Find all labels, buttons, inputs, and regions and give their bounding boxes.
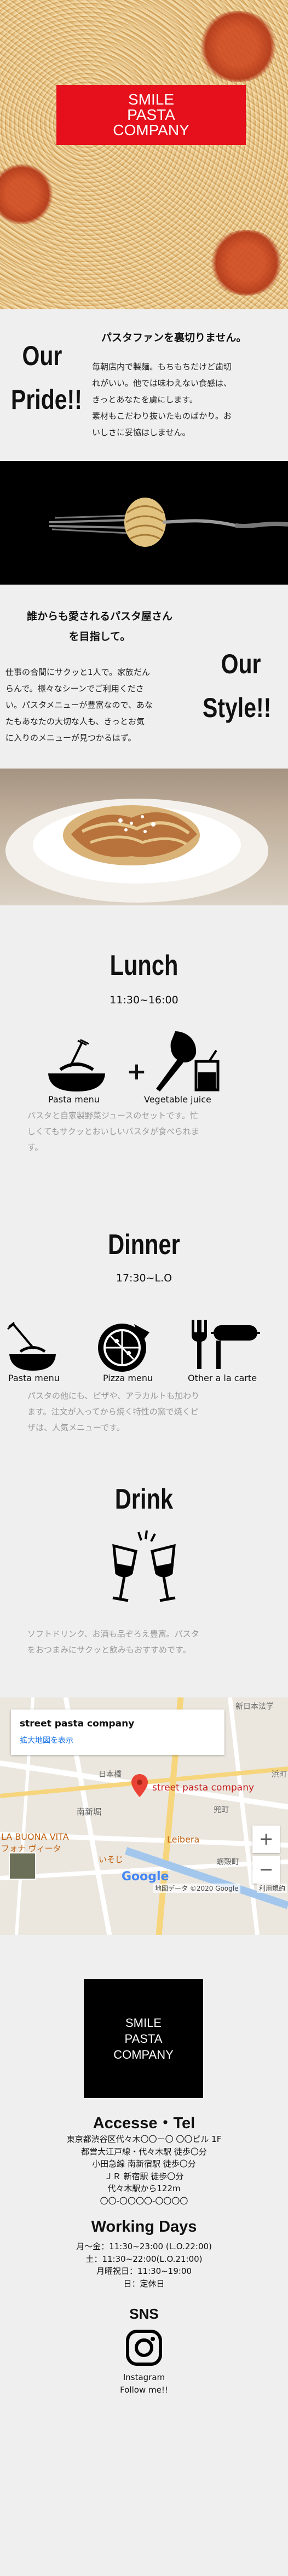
hours-title: Working Days	[91, 2218, 197, 2236]
map-label: 新日本法学	[235, 1702, 274, 1711]
cutlery-icon	[189, 1319, 260, 1373]
logo-line: COMPANY	[113, 122, 189, 138]
pride-body: 毎朝店内で製麺。もちもちだけど歯切 れがいい。他では味わえない食感は、 きっとあ…	[92, 362, 232, 437]
zoom-out-button[interactable]: −	[252, 1856, 280, 1884]
drink-section: Drink ソフトドリンク、お酒も品ぞろえ豊富。パスタ をおつまみにサクッと飲み…	[0, 1483, 288, 1697]
style-title: Our Style!!	[203, 649, 272, 723]
fork-icon	[0, 461, 288, 585]
pride-title: Our Pride!!	[11, 340, 82, 415]
hero-section: SMILE PASTA COMPANY	[0, 0, 288, 309]
logo-line: COMPANY	[113, 2047, 174, 2061]
style-heading: 誰からも愛されるパスタ屋さん を目指して。	[26, 610, 172, 643]
map-pin-label: street pasta company	[152, 1782, 255, 1793]
style-section: 誰からも愛されるパスタ屋さん を目指して。 Our Style!! 仕事の合間に…	[0, 585, 288, 769]
zoom-in-button[interactable]: +	[252, 1826, 280, 1853]
dinner-item-label: Other a la carte	[188, 1373, 257, 1383]
hero-logo[interactable]: SMILE PASTA COMPANY	[56, 85, 246, 145]
logo-line: SMILE	[125, 2015, 162, 2030]
wine-glasses-icon	[108, 1529, 180, 1608]
plus-icon: +	[126, 1058, 147, 1085]
pasta-dish-image	[0, 769, 288, 905]
instagram-icon[interactable]	[125, 2329, 163, 2369]
hero-pasta-image	[197, 11, 279, 82]
pasta-icon	[44, 1038, 110, 1094]
sns-title: SNS	[129, 2306, 159, 2322]
map-attribution: 地図データ ©2020 Google	[153, 1884, 240, 1893]
lunch-description: パスタと自家製野菜ジュースのセットです。忙 しくてもサクッとおいしいパスタが食べ…	[27, 1111, 199, 1152]
dinner-item-label: Pasta menu	[8, 1373, 60, 1383]
map-label: 蛎殻町	[216, 1858, 239, 1867]
map-label: 浜町	[272, 1770, 287, 1779]
fork-pasta-image	[0, 461, 288, 585]
map-label: LA BUONA VITA	[1, 1832, 69, 1842]
map-label: 兜町	[214, 1806, 229, 1815]
access-info: 東京都渋谷区代々木〇〇ー〇 〇〇ビル 1F 都営大江戸線・代々木駅 徒歩〇分 小…	[66, 2134, 222, 2206]
instagram-link[interactable]: Instagram Follow me!!	[0, 2371, 288, 2396]
dinner-time: 17:30~L.O	[116, 1272, 172, 1284]
terms-link[interactable]: 利用規約	[257, 1884, 287, 1893]
dinner-section: Dinner 17:30~L.O Pasta menu Pizza menu O…	[0, 1228, 288, 1483]
pizza-icon	[96, 1321, 151, 1376]
lunch-title: Lunch	[110, 950, 178, 981]
drink-description: ソフトドリンク、お酒も品ぞろえ豊富。パスタ をおつまみにサクッと飲みもおすすめで…	[27, 1629, 199, 1655]
logo-line: SMILE	[128, 91, 175, 108]
style-body: 仕事の合間にサクッと1人で。家族だん らんで。様々なシーンでご利用くださ い。パ…	[5, 667, 153, 743]
dinner-item-label: Pizza menu	[103, 1373, 153, 1383]
map-label: 南新堀	[77, 1807, 102, 1817]
dinner-title: Dinner	[108, 1229, 180, 1261]
map-embed[interactable]: street pasta company 拡大地図を表示 street past…	[0, 1697, 288, 1935]
pride-section: Our Pride!! パスタファンを裏切りません。 毎朝店内で製麺。もちもちだ…	[0, 309, 288, 461]
pride-heading: パスタファンを裏切りません。	[101, 332, 247, 344]
footer: SMILE PASTA COMPANY Accesse・Tel 東京都渋谷区代々…	[0, 1935, 288, 2523]
page: SMILE PASTA COMPANY Our Pride!! パスタファンを裏…	[0, 0, 288, 2576]
lunch-time: 11:30~16:00	[110, 994, 178, 1006]
map-label: いそじ	[99, 1855, 124, 1864]
vegetable-juice-icon	[148, 1029, 224, 1094]
satellite-toggle[interactable]	[9, 1852, 36, 1880]
lunch-item-label: Pasta menu	[48, 1094, 100, 1105]
pasta-icon	[7, 1321, 59, 1373]
drink-title: Drink	[114, 1483, 174, 1515]
hours-info: 月〜金：11:30~23:00 (L.O.22:00) 土：11:30~22:0…	[76, 2242, 212, 2289]
dinner-description: パスタの他にも、ピザや、アラカルトも加わり ます。注文が入ってから焼く特性の窯で…	[27, 1391, 200, 1433]
logo-line: PASTA	[127, 106, 175, 123]
footer-logo[interactable]: SMILE PASTA COMPANY	[84, 1979, 203, 2098]
map-label: 日本橋	[99, 1770, 122, 1779]
google-logo: Google	[122, 1870, 169, 1884]
map-info-card: street pasta company 拡大地図を表示	[11, 1709, 224, 1755]
map-place-name: street pasta company	[20, 1718, 135, 1729]
lunch-item-label: Vegetable juice	[144, 1094, 211, 1105]
larger-map-link[interactable]: 拡大地図を表示	[20, 1735, 216, 1746]
map-pin-icon[interactable]	[131, 1774, 148, 1799]
access-title: Accesse・Tel	[93, 2115, 195, 2132]
logo-line: PASTA	[124, 2031, 163, 2046]
map-label: Leibera	[167, 1834, 200, 1845]
lunch-section: Lunch 11:30~16:00 Pasta menu + Vegetable…	[0, 905, 288, 1228]
